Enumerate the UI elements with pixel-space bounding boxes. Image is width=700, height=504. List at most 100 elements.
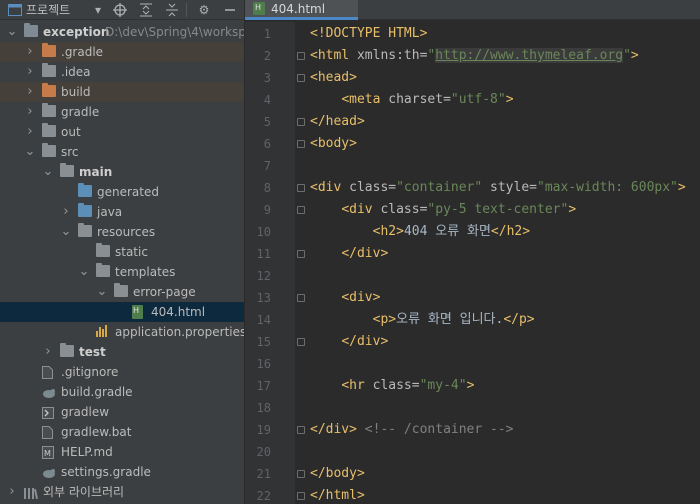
minimize-icon[interactable] [222,2,238,18]
code-token: <h2> [372,224,404,239]
code-line: <html xmlns:th= "http://www.thymeleaf.org… [310,45,639,67]
expanded-arrow-icon[interactable]: ⌄ [60,222,72,242]
code-token: </body> [310,466,365,481]
tree-item-label: main [79,165,113,179]
expanded-arrow-icon[interactable]: ⌄ [6,22,18,42]
fold-marker-icon[interactable] [297,492,305,500]
tree-item-label: application.properties [115,325,244,339]
fold-marker-icon[interactable] [297,74,305,82]
tree-item[interactable]: build.gradle [0,382,244,402]
module-folder-icon [24,23,38,37]
code-token: class= [380,202,428,217]
collapse-all-icon[interactable] [164,2,180,18]
fold-marker-icon[interactable] [297,470,305,478]
chevron-down-icon[interactable]: ▾ [90,2,106,18]
tree-item[interactable]: ⌄ exception D:\dev\Spring\4\worksp [0,22,244,42]
tree-item[interactable]: generated [0,182,244,202]
tree-item[interactable]: M HELP.md [0,442,244,462]
collapsed-arrow-icon[interactable]: › [24,62,36,82]
line-number: 3 [263,71,271,85]
tree-item[interactable]: settings.gradle [0,462,244,482]
tree-item[interactable]: ⌄ templates [0,262,244,282]
tree-item-label: .gradle [61,45,104,59]
tree-item-label: static [115,245,148,259]
fold-marker-icon[interactable] [297,118,305,126]
svg-text:M: M [44,449,51,458]
tree-item[interactable]: › gradle [0,102,244,122]
collapsed-arrow-icon[interactable]: › [24,42,36,62]
collapsed-arrow-icon[interactable]: › [42,342,54,362]
collapsed-arrow-icon[interactable]: › [6,482,18,502]
line-number: 17 [256,379,271,393]
line-number: 7 [263,159,271,173]
fold-marker-icon[interactable] [297,426,305,434]
code-line: </div> <!-- /container --> [310,419,514,441]
line-number: 10 [256,225,271,239]
line-number: 4 [263,93,271,107]
expanded-arrow-icon[interactable]: ⌄ [78,262,90,282]
tree-item-label: build.gradle [61,385,133,399]
tree-item[interactable]: ⌄ error-page [0,282,244,302]
html-file-icon [132,305,143,319]
tree-item[interactable]: gradlew [0,402,244,422]
expand-all-icon[interactable] [138,2,154,18]
code-token: <!-- /container --> [364,422,514,437]
fold-marker-icon[interactable] [297,294,305,302]
line-number: 22 [256,489,271,503]
code-line: <p>오류 화면 입니다.</p> [310,309,535,331]
tree-item[interactable]: .gitignore [0,362,244,382]
tree-item[interactable]: ⌄ main [0,162,244,182]
fold-marker-icon[interactable] [297,338,305,346]
tree-item[interactable]: gradlew.bat [0,422,244,442]
expanded-arrow-icon[interactable]: ⌄ [24,142,36,162]
tree-item[interactable]: ⌄ resources [0,222,244,242]
tree-item[interactable]: 404.html [0,302,244,322]
fold-marker-icon[interactable] [297,250,305,258]
project-title[interactable]: 프로젝트 [26,1,70,18]
collapsed-arrow-icon[interactable]: › [24,122,36,142]
tree-item[interactable]: ⌄ src [0,142,244,162]
code-area[interactable]: <!DOCTYPE HTML> <html xmlns:th= "http://ww… [295,22,700,504]
gradle-file-icon [42,465,56,478]
tab-404-html[interactable]: 404.html [245,0,358,20]
tree-item[interactable]: › java [0,202,244,222]
tree-item[interactable]: › .gradle [0,42,244,62]
code-line: <!DOCTYPE HTML> [310,23,427,45]
line-number: 8 [263,181,271,195]
line-number: 5 [263,115,271,129]
tree-item[interactable]: › 외부 라이브러리 [0,482,244,502]
libraries-icon [24,485,39,500]
fold-marker-icon[interactable] [297,140,305,148]
locate-icon[interactable] [112,2,128,18]
folder-icon [96,243,110,257]
tree-item[interactable]: › out [0,122,244,142]
gradle-file-icon [42,385,56,398]
code-token: </div> [341,246,389,261]
tree-item[interactable]: › .idea [0,62,244,82]
gear-icon[interactable]: ⚙ [196,2,212,18]
collapsed-arrow-icon[interactable]: › [60,202,72,222]
fold-marker-icon[interactable] [297,184,305,192]
project-view-icon[interactable] [8,3,22,16]
collapsed-arrow-icon[interactable]: › [24,102,36,122]
fold-marker-icon[interactable] [297,52,305,60]
tree-item[interactable]: application.properties [0,322,244,342]
properties-file-icon [96,325,110,337]
project-tree: ⌄ exception D:\dev\Spring\4\worksp › .gradle… [0,22,244,502]
tree-item-path: D:\dev\Spring\4\worksp [105,25,244,39]
tree-item[interactable]: static [0,242,244,262]
fold-marker-icon[interactable] [297,206,305,214]
source-folder-icon [78,203,92,217]
collapsed-arrow-icon[interactable]: › [24,82,36,102]
code-line: <hr class="my-4"> [310,375,474,397]
expanded-arrow-icon[interactable]: ⌄ [42,162,54,182]
code-token: <!DOCTYPE HTML> [310,26,428,41]
tree-item-label: 404.html [151,305,206,319]
tree-item-label: templates [115,265,176,279]
tree-item[interactable]: › test [0,342,244,362]
expanded-arrow-icon[interactable]: ⌄ [96,282,108,302]
tree-item[interactable]: › build [0,82,244,102]
